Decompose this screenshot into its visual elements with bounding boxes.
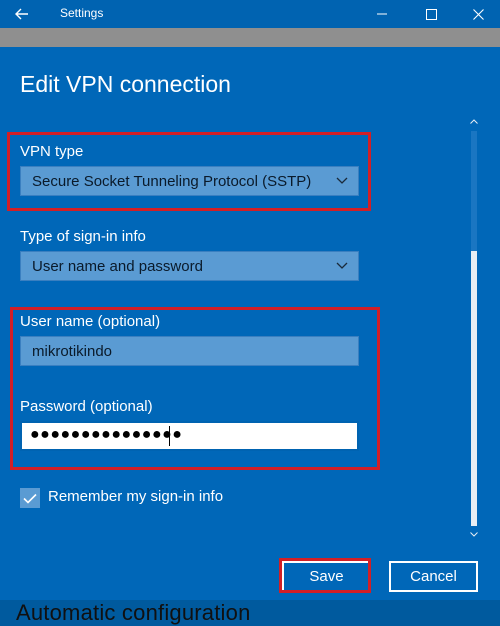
sign-in-type-dropdown[interactable]: User name and password xyxy=(20,251,359,281)
remember-sign-in-checkbox[interactable] xyxy=(20,488,40,508)
cancel-button-label: Cancel xyxy=(410,568,457,585)
minimize-button[interactable] xyxy=(360,0,404,28)
minimize-icon xyxy=(377,13,387,15)
dialog-scrollbar[interactable] xyxy=(468,115,480,542)
title-bar: Settings xyxy=(0,0,500,28)
checkmark-icon xyxy=(23,493,37,504)
scrollbar-thumb[interactable] xyxy=(471,251,477,526)
automatic-configuration-heading: Automatic configuration xyxy=(16,600,251,625)
scroll-down-icon[interactable] xyxy=(468,528,480,540)
cancel-button[interactable]: Cancel xyxy=(389,561,478,592)
scroll-up-icon[interactable] xyxy=(468,115,480,127)
back-arrow-icon xyxy=(15,8,28,20)
close-icon xyxy=(472,8,484,20)
sign-in-type-label: Type of sign-in info xyxy=(20,228,146,245)
maximize-icon xyxy=(425,8,437,20)
maximize-button[interactable] xyxy=(409,0,453,28)
window-title: Settings xyxy=(60,6,104,20)
back-button[interactable] xyxy=(0,0,44,28)
credentials-highlight xyxy=(10,307,380,470)
sign-in-type-value: User name and password xyxy=(32,258,203,275)
chevron-down-icon xyxy=(336,262,348,269)
vpn-type-highlight xyxy=(7,132,371,211)
dialog-title: Edit VPN connection xyxy=(20,71,231,97)
save-button-highlight xyxy=(279,558,371,593)
close-button[interactable] xyxy=(456,0,500,28)
background-strip xyxy=(0,28,500,47)
edit-vpn-dialog: Edit VPN connection VPN type Secure Sock… xyxy=(0,47,500,600)
remember-sign-in-label: Remember my sign-in info xyxy=(48,488,224,505)
